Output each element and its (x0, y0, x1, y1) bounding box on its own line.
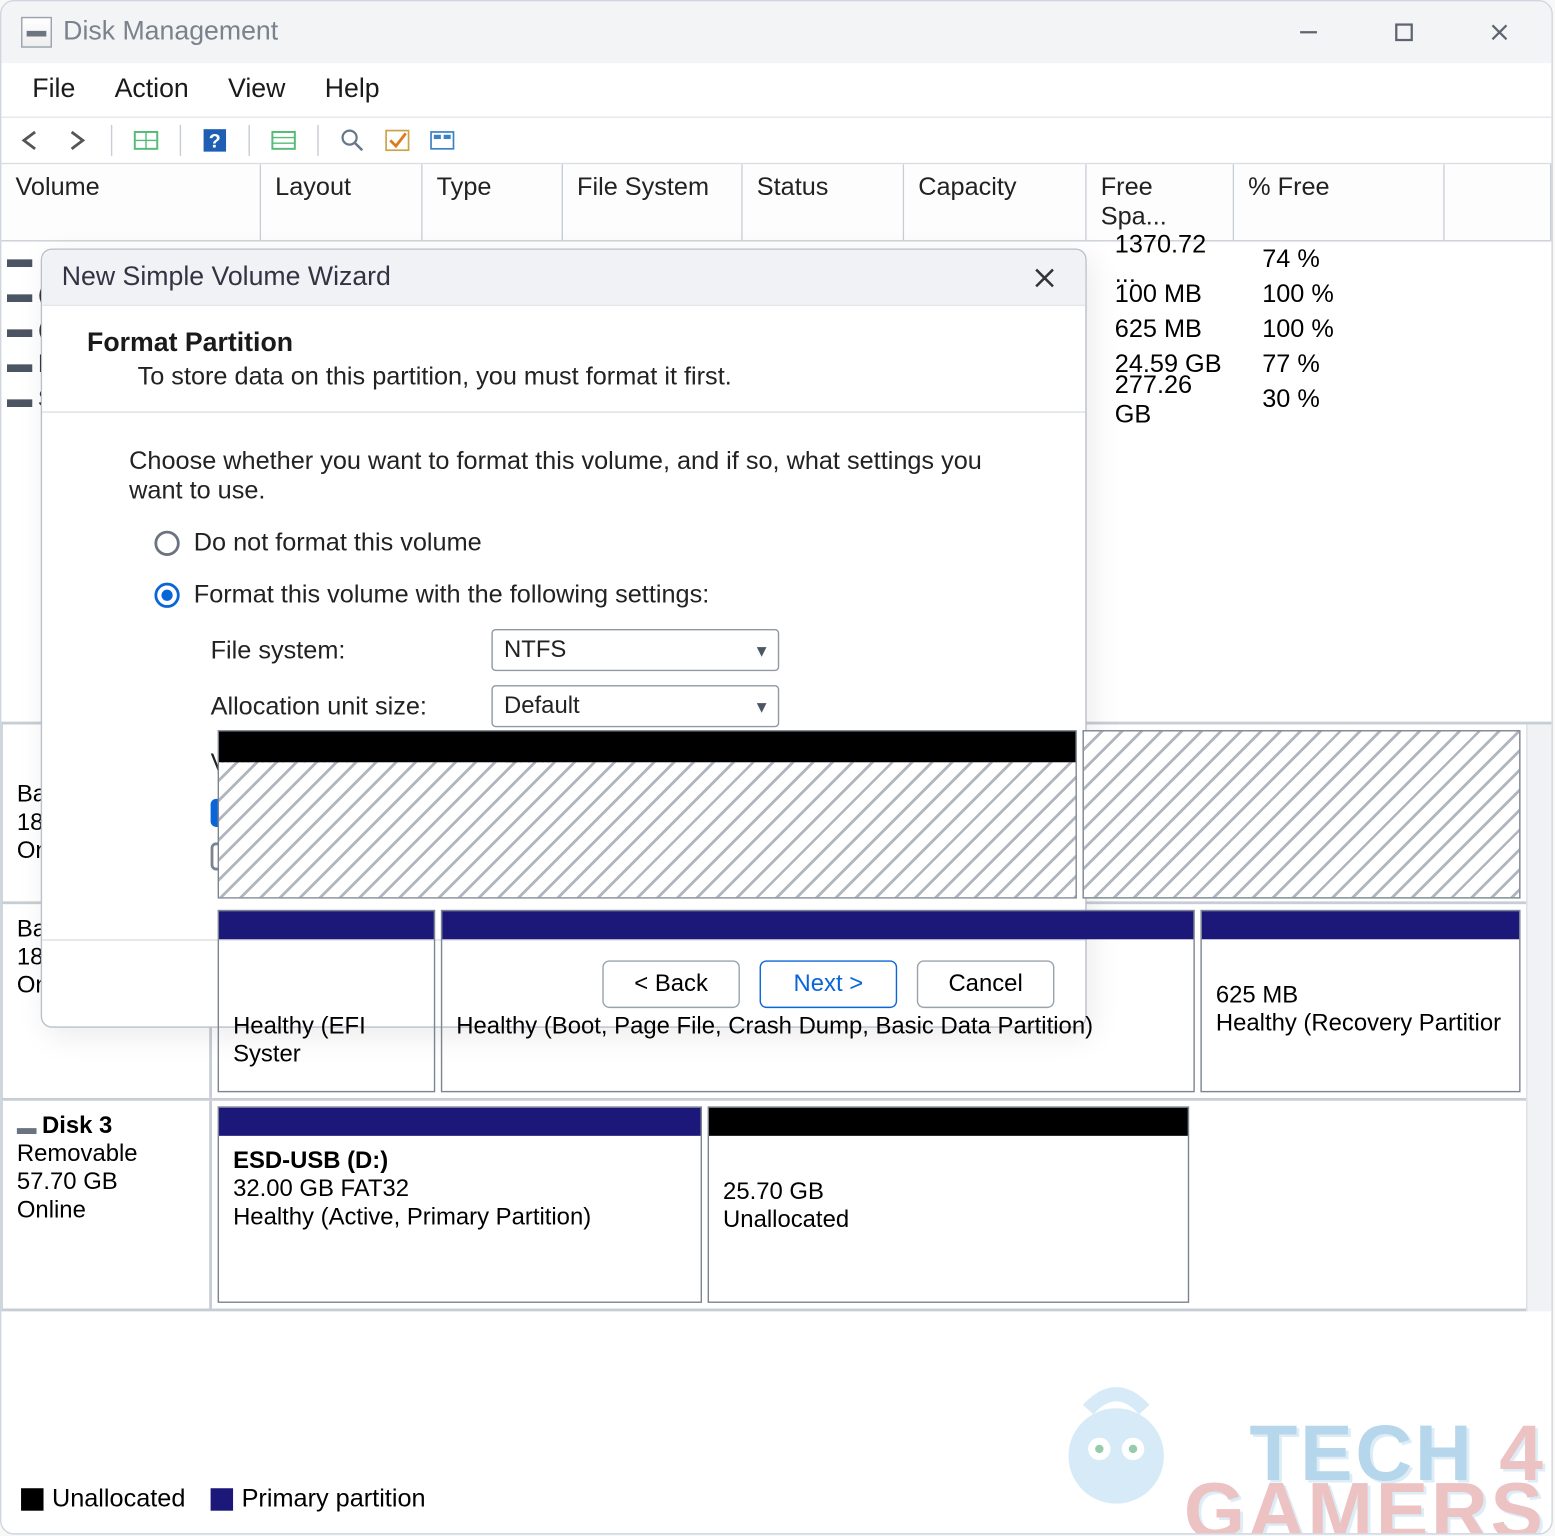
disk-panel-disk3: ▬ Disk 3 Removable 57.70 GB Online ESD-U… (1, 1101, 1526, 1312)
partition-name: ESD-USB (D:) (233, 1147, 686, 1175)
app-icon (21, 17, 52, 48)
cell-pct: 100 % (1248, 279, 1459, 308)
legend: Unallocated Primary partition (21, 1484, 426, 1513)
window-title: Disk Management (63, 17, 278, 48)
menubar: File Action View Help (1, 63, 1551, 118)
file-system-label: File system: (211, 635, 492, 664)
drive-icon: ▬ (1, 314, 38, 343)
col-status[interactable]: Status (743, 164, 904, 240)
drive-icon: ▬ (1, 279, 38, 308)
list-icon[interactable] (264, 124, 303, 158)
vertical-scrollbar[interactable] (1526, 724, 1551, 1311)
cell-pct: 100 % (1248, 314, 1459, 343)
cell-free: 277.26 GB (1101, 370, 1248, 429)
menu-file[interactable]: File (15, 69, 92, 111)
cell-pct: 30 % (1248, 385, 1459, 414)
allocation-size-dropdown[interactable]: Default ▾ (491, 685, 779, 727)
toolbar: ? (1, 118, 1551, 164)
radio-checked-icon (154, 582, 179, 607)
radio-format-settings[interactable]: Format this volume with the following se… (154, 580, 1023, 609)
dropdown-value: Default (504, 692, 580, 720)
partition-box[interactable]: 25.70 GB Unallocated (708, 1106, 1190, 1303)
col-rest (1445, 164, 1552, 240)
disk-size: 57.70 GB (17, 1168, 195, 1196)
chevron-down-icon: ▾ (757, 638, 767, 662)
partition-box[interactable]: 625 MB Healthy (Recovery Partitior (1200, 910, 1520, 1093)
layout-icon[interactable] (423, 124, 462, 158)
partition-size: 32.00 GB FAT32 (233, 1175, 686, 1203)
cell-pct: 74 % (1248, 244, 1459, 273)
svg-text:?: ? (209, 130, 221, 152)
radio-label: Do not format this volume (194, 528, 482, 557)
menu-action[interactable]: Action (98, 69, 206, 111)
radio-icon (154, 530, 179, 555)
wizard-intro: Choose whether you want to format this v… (129, 446, 1023, 505)
wizard-title: New Simple Volume Wizard (62, 262, 391, 293)
col-capacity[interactable]: Capacity (904, 164, 1087, 240)
col-type[interactable]: Type (423, 164, 563, 240)
disk-name: Disk 3 (42, 1112, 112, 1139)
col-filesystem[interactable]: File System (563, 164, 743, 240)
grid-icon[interactable] (126, 124, 165, 158)
col-volume[interactable]: Volume (1, 164, 261, 240)
forward-icon[interactable] (58, 124, 97, 158)
column-header: Volume Layout Type File System Status Ca… (1, 164, 1551, 241)
back-icon[interactable] (13, 124, 52, 158)
partition-status: Healthy (Boot, Page File, Crash Dump, Ba… (456, 1012, 1179, 1040)
minimize-button[interactable] (1279, 13, 1338, 52)
disk-status: Online (17, 1196, 195, 1224)
menu-help[interactable]: Help (308, 69, 397, 111)
partition-box[interactable]: ESD-USB (D:) 32.00 GB FAT32 Healthy (Act… (218, 1106, 702, 1303)
radio-do-not-format[interactable]: Do not format this volume (154, 528, 1023, 557)
wizard-heading: Format Partition (87, 329, 1040, 360)
radio-label: Format this volume with the following se… (194, 580, 709, 609)
close-button[interactable] (1470, 13, 1529, 52)
col-pctfree[interactable]: % Free (1234, 164, 1445, 240)
cell-pct: 77 % (1248, 350, 1459, 379)
partition-size: 25.70 GB (723, 1178, 1174, 1206)
partition-status: Unallocated (723, 1206, 1174, 1234)
chevron-down-icon: ▾ (757, 694, 767, 718)
disk-management-window: Disk Management File Action View Help ? (0, 0, 1553, 1535)
menu-view[interactable]: View (211, 69, 302, 111)
partition-status: Healthy (Active, Primary Partition) (233, 1203, 686, 1231)
col-layout[interactable]: Layout (261, 164, 422, 240)
volume-rows: ▬ 1370.72 ... 74 % ▬ ( 100 MB 100 % ▬ ( … (1, 241, 1551, 721)
drive-icon: ▬ (1, 350, 38, 379)
partition-box[interactable]: Healthy (Boot, Page File, Crash Dump, Ba… (441, 910, 1195, 1093)
drive-icon: ▬ (1, 244, 38, 273)
check-icon[interactable] (378, 124, 417, 158)
disk-panel: Bas 186 On (1, 724, 1526, 904)
help-icon[interactable]: ? (195, 124, 234, 158)
drive-icon: ▬ (1, 385, 38, 414)
allocation-size-label: Allocation unit size: (211, 691, 492, 720)
file-system-dropdown[interactable]: NTFS ▾ (491, 629, 779, 671)
partition-size: 625 MB (1216, 981, 1505, 1009)
watermark-mascot-icon (1046, 1379, 1186, 1533)
legend-swatch-unallocated (21, 1489, 43, 1511)
titlebar: Disk Management (1, 1, 1551, 63)
disk-type: Removable (17, 1140, 195, 1168)
cell-free: 100 MB (1101, 279, 1248, 308)
legend-label: Primary partition (242, 1484, 426, 1512)
disk-icon: ▬ (17, 1116, 42, 1138)
disk-map-area: Bas 186 On Bas 186 Online (1, 722, 1551, 1312)
legend-swatch-primary (211, 1489, 233, 1511)
watermark-text: TECH 4GAMERS (1184, 1426, 1546, 1535)
maximize-button[interactable] (1375, 13, 1434, 52)
partition-status: Healthy (EFI Syster (233, 1012, 420, 1068)
partition-status: Healthy (Recovery Partitior (1216, 1009, 1505, 1037)
legend-label: Unallocated (52, 1484, 185, 1512)
cell-free: 625 MB (1101, 314, 1248, 343)
search-icon[interactable] (333, 124, 372, 158)
partition-box[interactable]: Healthy (EFI Syster (218, 910, 436, 1093)
wizard-titlebar: New Simple Volume Wizard (42, 250, 1085, 306)
disk-panel: Bas 186 Online Healthy (EFI Syster Healt… (1, 904, 1526, 1101)
dropdown-value: NTFS (504, 636, 566, 664)
wizard-close-button[interactable] (1024, 256, 1066, 298)
wizard-subheading: To store data on this partition, you mus… (87, 359, 1040, 391)
